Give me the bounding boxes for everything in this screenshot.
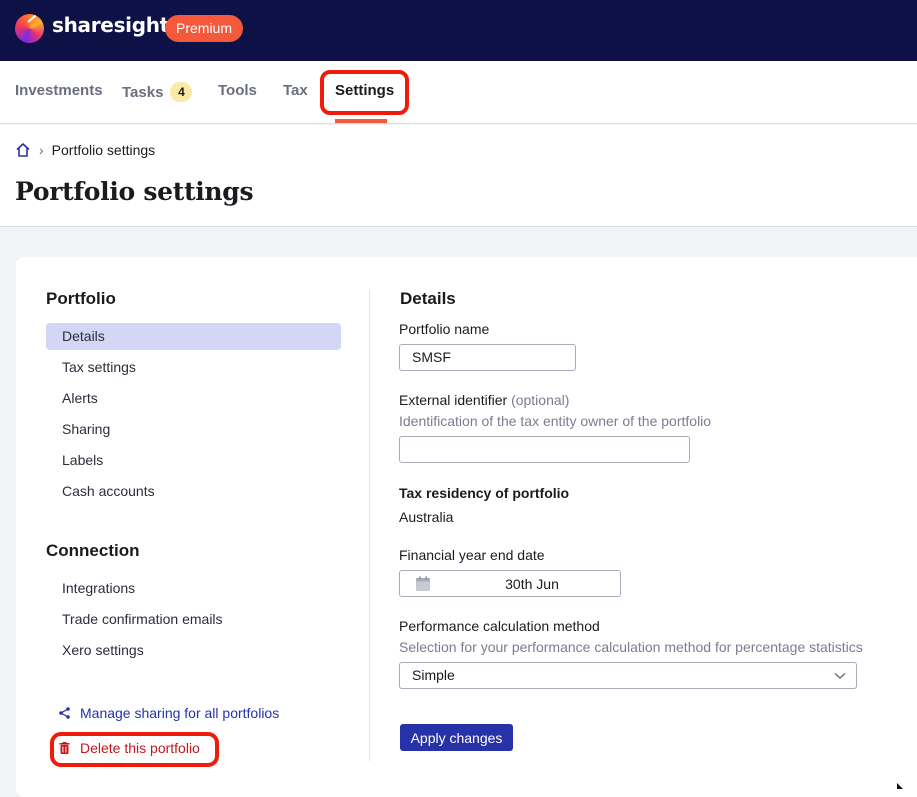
breadcrumb: › Portfolio settings: [15, 142, 155, 158]
brand-name[interactable]: sharesight: [52, 13, 169, 37]
tasks-count-badge: 4: [170, 82, 193, 102]
sidebar-item-integrations[interactable]: Integrations: [46, 575, 341, 602]
sidebar-item-cash-accounts[interactable]: Cash accounts: [46, 478, 341, 505]
fy-end-value: 30th Jun: [505, 576, 559, 592]
tax-residency-value: Australia: [399, 509, 454, 525]
chevron-down-icon: [834, 672, 846, 679]
chevron-right-icon: ›: [39, 142, 44, 158]
perf-method-label: Performance calculation method: [399, 618, 600, 634]
perf-method-help: Selection for your performance calculati…: [399, 639, 863, 655]
nav-tax[interactable]: Tax: [283, 82, 308, 99]
top-bar: sharesight Premium: [0, 0, 917, 61]
external-identifier-input[interactable]: [399, 436, 690, 463]
sharesight-logo-icon[interactable]: [15, 14, 44, 43]
nav-investments[interactable]: Investments: [15, 82, 103, 99]
sidebar-heading-connection: Connection: [46, 541, 140, 560]
portfolio-name-label: Portfolio name: [399, 321, 490, 337]
breadcrumb-current: Portfolio settings: [51, 142, 156, 158]
settings-highlight-annotation: [320, 70, 409, 115]
portfolio-name-input[interactable]: SMSF: [399, 344, 576, 371]
nav-investments-label: Investments: [15, 82, 103, 99]
sidebar-heading-portfolio: Portfolio: [46, 289, 116, 308]
details-heading: Details: [400, 289, 456, 308]
delete-highlight-annotation: [50, 732, 219, 767]
page-header: › Portfolio settings Portfolio settings: [0, 125, 917, 227]
share-icon: [59, 707, 70, 719]
sidebar-item-alerts[interactable]: Alerts: [46, 385, 341, 412]
home-icon[interactable]: [15, 142, 31, 158]
sidebar-item-xero-settings[interactable]: Xero settings: [46, 637, 341, 664]
apply-changes-button[interactable]: Apply changes: [400, 724, 513, 751]
mouse-cursor-icon: [897, 783, 903, 789]
sidebar-item-trade-confirmation-emails[interactable]: Trade confirmation emails: [46, 606, 341, 633]
nav-tasks[interactable]: Tasks 4: [122, 82, 193, 102]
tax-residency-label: Tax residency of portfolio: [399, 485, 570, 501]
optional-hint: (optional): [511, 392, 570, 408]
sidebar-item-details[interactable]: Details: [46, 323, 341, 350]
manage-sharing-link[interactable]: Manage sharing for all portfolios: [59, 705, 279, 721]
main-nav: Investments Tasks 4 Tools Tax Settings: [0, 61, 917, 124]
column-divider: [369, 289, 370, 761]
nav-tools-label: Tools: [218, 82, 257, 99]
sidebar-item-sharing[interactable]: Sharing: [46, 416, 341, 443]
external-identifier-label-text: External identifier: [399, 392, 508, 408]
perf-method-select[interactable]: Simple: [399, 662, 857, 689]
premium-badge[interactable]: Premium: [165, 15, 244, 42]
external-identifier-help: Identification of the tax entity owner o…: [399, 413, 712, 429]
nav-tax-label: Tax: [283, 82, 308, 99]
sidebar-item-tax-settings[interactable]: Tax settings: [46, 354, 341, 381]
fy-end-date-input[interactable]: 30th Jun: [399, 570, 621, 597]
nav-tools[interactable]: Tools: [218, 82, 257, 99]
page-title: Portfolio settings: [15, 177, 254, 206]
fy-end-label: Financial year end date: [399, 547, 545, 563]
nav-tasks-label: Tasks: [122, 84, 164, 101]
sidebar-item-labels[interactable]: Labels: [46, 447, 341, 474]
external-identifier-label: External identifier (optional): [399, 392, 569, 408]
manage-sharing-label: Manage sharing for all portfolios: [80, 705, 280, 721]
perf-method-value: Simple: [412, 667, 455, 683]
active-tab-indicator: [335, 119, 387, 123]
